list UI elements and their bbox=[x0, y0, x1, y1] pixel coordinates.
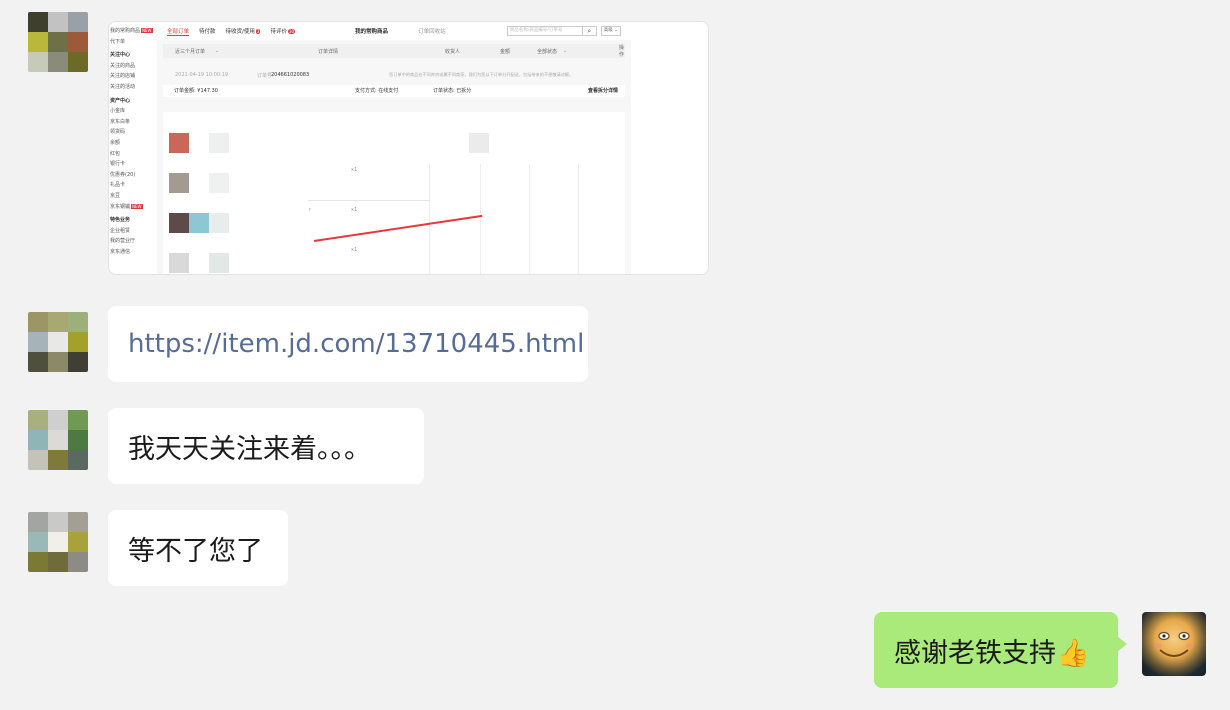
my-avatar[interactable] bbox=[1142, 612, 1206, 676]
pay-method: 支付方式: 在线支付 bbox=[355, 88, 399, 94]
sidebar-item: 关注的店铺 bbox=[110, 73, 136, 80]
order-notice: 您订单中的商品在不同库房或属不同商家，我们为您以下订单分开配送，包括带来的不便敬… bbox=[389, 72, 574, 77]
product-thumbnail bbox=[169, 133, 189, 153]
col-consignee: 收货人 bbox=[445, 48, 461, 55]
avatar[interactable] bbox=[28, 512, 88, 572]
sidebar-item: 京东钢镚 NEW bbox=[110, 203, 143, 210]
sidebar-heading: 资产中心 bbox=[110, 97, 131, 104]
tab-all-orders: 全部订单 bbox=[167, 28, 190, 36]
view-split-detail: 查看拆分详情 bbox=[588, 88, 619, 94]
col-action: 操作 bbox=[619, 45, 625, 58]
product-thumbnail bbox=[209, 253, 229, 273]
sidebar-item: 代下单 bbox=[110, 38, 126, 45]
tab-pending-review: 待评价 30 bbox=[270, 29, 296, 35]
order-screenshot-image[interactable]: 我的常购商品 NEW 代下单 关注中心 关注的商品 关注的店铺 关注的活动 资产中心 小金库 京东… bbox=[108, 21, 709, 275]
item-quantity: x1 bbox=[351, 247, 358, 253]
count-badge: 3 bbox=[255, 29, 261, 34]
new-badge: NEW bbox=[141, 28, 153, 33]
text-message: 等不了您了 bbox=[108, 510, 288, 586]
product-thumbnail bbox=[209, 213, 229, 233]
order-table-header: 近三个月订单 ⌄ 订单详情 收货人 金额 全部状态 ⌄ 操作 bbox=[163, 44, 625, 58]
message-text: 我天天关注来着。。。 bbox=[128, 433, 371, 465]
order-search: 商品名称/商品编号/订单号 ⌕ 高级 ⌄ bbox=[506, 26, 621, 36]
sidebar-item: 小金库 bbox=[110, 108, 126, 115]
product-thumbnail bbox=[169, 253, 189, 273]
advanced-search: 高级 ⌄ bbox=[600, 26, 621, 36]
message-link[interactable]: https://item.jd.com/13710445.html bbox=[128, 329, 584, 359]
col-detail: 订单详情 bbox=[318, 48, 339, 55]
tab-frequent: 我的常购商品 bbox=[355, 29, 389, 35]
tab-recycle: 订单回收站 bbox=[418, 29, 446, 35]
item-quantity: x1 bbox=[351, 207, 358, 213]
face-icon bbox=[1154, 631, 1194, 657]
jd-sidebar: 我的常购商品 NEW 代下单关注中心关注的商品关注的店铺关注的活动资产中心小金库京东… bbox=[109, 22, 157, 274]
col-amount: 金额 bbox=[500, 48, 511, 55]
search-input: 商品名称/商品编号/订单号 bbox=[506, 26, 583, 36]
sidebar-item: 余额 bbox=[110, 139, 121, 146]
order-status: 订单状态: 已拆分 bbox=[433, 88, 472, 94]
product-thumbnail bbox=[189, 213, 209, 233]
avatar[interactable] bbox=[28, 12, 88, 72]
new-badge: NEW bbox=[131, 203, 143, 209]
order-tabs: 全部订单 待付款 待收货/使用 3 待评价 30 我的常购商品 订单回收站 商品名称… bbox=[157, 22, 631, 40]
product-thumbnail bbox=[209, 133, 229, 153]
message-text: 感谢老铁支持👍 bbox=[894, 637, 1090, 669]
sidebar-heading: 特色业务 bbox=[110, 217, 131, 224]
sidebar-item: 京东白条 bbox=[110, 118, 131, 125]
count-badge: 30 bbox=[287, 29, 296, 34]
sidebar-item: 关注的商品 bbox=[110, 62, 136, 69]
range-filter: 近三个月订单 bbox=[175, 48, 206, 55]
avatar[interactable] bbox=[28, 312, 88, 372]
sidebar-item: 关注的活动 bbox=[110, 83, 136, 90]
link-message[interactable]: https://item.jd.com/13710445.html bbox=[108, 306, 588, 382]
order-items: x1 x1 x1 r bbox=[163, 112, 625, 274]
sidebar-item: 我的营业厅 bbox=[110, 238, 136, 245]
sidebar-item: 京豆 bbox=[110, 192, 121, 199]
order-summary-row: 2021-04-19 10:00:19 订单号: 204661020083 您订… bbox=[175, 72, 574, 79]
tab-pending-receipt: 待收货/使用 3 bbox=[225, 29, 261, 35]
order-number: 204661020083 bbox=[271, 72, 310, 78]
product-thumbnail bbox=[209, 173, 229, 193]
product-thumbnail bbox=[169, 173, 189, 193]
sidebar-item: 领货码 bbox=[110, 129, 126, 136]
order-meta-row: 订单金额: ¥147.30 支付方式: 在线支付 订单状态: 已拆分 查看拆分详… bbox=[163, 85, 625, 97]
order-total: 订单金额: ¥147.30 bbox=[174, 88, 218, 94]
sidebar-item: 我的常购商品 NEW bbox=[110, 28, 153, 34]
tab-pending-payment: 待付款 bbox=[199, 29, 216, 35]
product-thumbnail bbox=[169, 213, 189, 233]
my-text-message: 感谢老铁支持👍 bbox=[874, 612, 1127, 688]
avatar[interactable] bbox=[28, 410, 88, 470]
sidebar-item: 企业租赁 bbox=[110, 227, 131, 234]
message-text: 等不了您了 bbox=[128, 535, 263, 567]
product-thumbnail bbox=[469, 133, 489, 153]
item-quantity: x1 bbox=[351, 167, 358, 173]
sidebar-item: 礼品卡 bbox=[110, 182, 126, 189]
order-time: 2021-04-19 10:00:19 bbox=[175, 72, 229, 78]
sidebar-item: 京东通信 bbox=[110, 248, 131, 255]
sidebar-item: 银行卡 bbox=[110, 161, 126, 168]
sidebar-item: 红包 bbox=[110, 150, 121, 157]
sidebar-heading: 关注中心 bbox=[110, 52, 131, 59]
col-status: 全部状态 bbox=[537, 48, 558, 55]
text-message: 我天天关注来着。。。 bbox=[108, 408, 424, 484]
jd-order-panel: 全部订单 待付款 待收货/使用 3 待评价 30 我的常购商品 订单回收站 商品名称… bbox=[157, 22, 631, 274]
sidebar-item: 优惠券(20) bbox=[110, 171, 136, 178]
search-icon: ⌕ bbox=[582, 26, 597, 36]
